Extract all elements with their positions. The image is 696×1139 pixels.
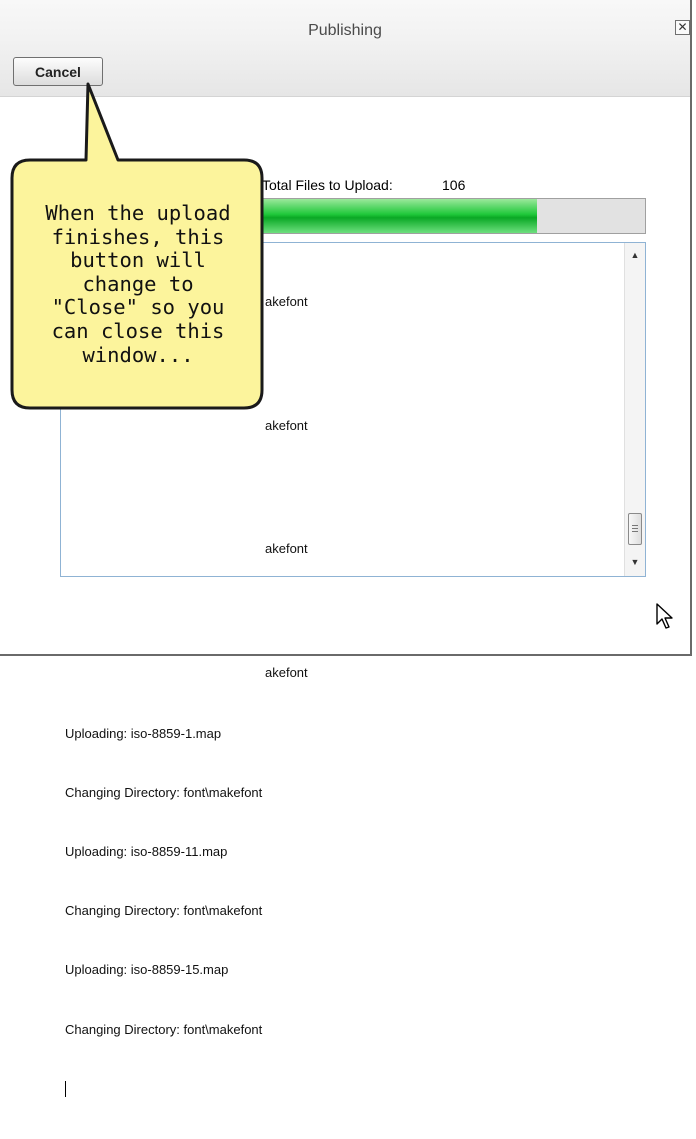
upload-log-lines: akefont akefont akefont akefont Uploadin…	[65, 251, 615, 1139]
mouse-pointer-icon	[656, 603, 673, 629]
scroll-down-arrow-icon[interactable]: ▼	[625, 552, 645, 572]
total-files-label: Total Files to Upload:	[262, 177, 393, 193]
scroll-thumb[interactable]	[628, 513, 642, 545]
callout-line: change to	[82, 271, 194, 296]
upload-progress-fill	[259, 199, 537, 233]
log-scrollbar[interactable]: ▲ ▼	[624, 243, 645, 576]
callout-line: finishes, this	[51, 224, 225, 249]
dialog-header: Publishing ✕ Cancel	[0, 0, 690, 97]
log-line: akefont	[265, 417, 308, 433]
log-line: akefont	[265, 541, 308, 557]
log-line: Uploading: iso-8859-1.map	[65, 725, 222, 741]
callout-line: button will	[70, 248, 206, 273]
cancel-button[interactable]: Cancel	[13, 57, 103, 86]
log-line: akefont	[265, 664, 308, 680]
log-line: Changing Directory: font\makefont	[65, 1021, 263, 1037]
callout-text: When the upload finishes, this button wi…	[18, 201, 258, 367]
close-icon[interactable]: ✕	[675, 20, 690, 35]
callout-line: "Close" so you	[51, 295, 225, 320]
log-line: Changing Directory: font\makefont	[65, 903, 263, 919]
log-line: Changing Directory: font\makefont	[65, 784, 263, 800]
log-line: Uploading: iso-8859-15.map	[65, 962, 229, 978]
total-files-count: 106	[442, 177, 466, 193]
upload-progress-bar	[258, 198, 646, 234]
callout-line: can close this	[51, 318, 225, 343]
dialog-title: Publishing	[308, 22, 382, 39]
text-caret	[65, 1080, 615, 1098]
callout-line: window...	[82, 342, 194, 367]
log-line: Uploading: iso-8859-11.map	[65, 844, 228, 860]
scroll-up-arrow-icon[interactable]: ▲	[625, 245, 645, 265]
callout-line: When the upload	[45, 201, 231, 225]
